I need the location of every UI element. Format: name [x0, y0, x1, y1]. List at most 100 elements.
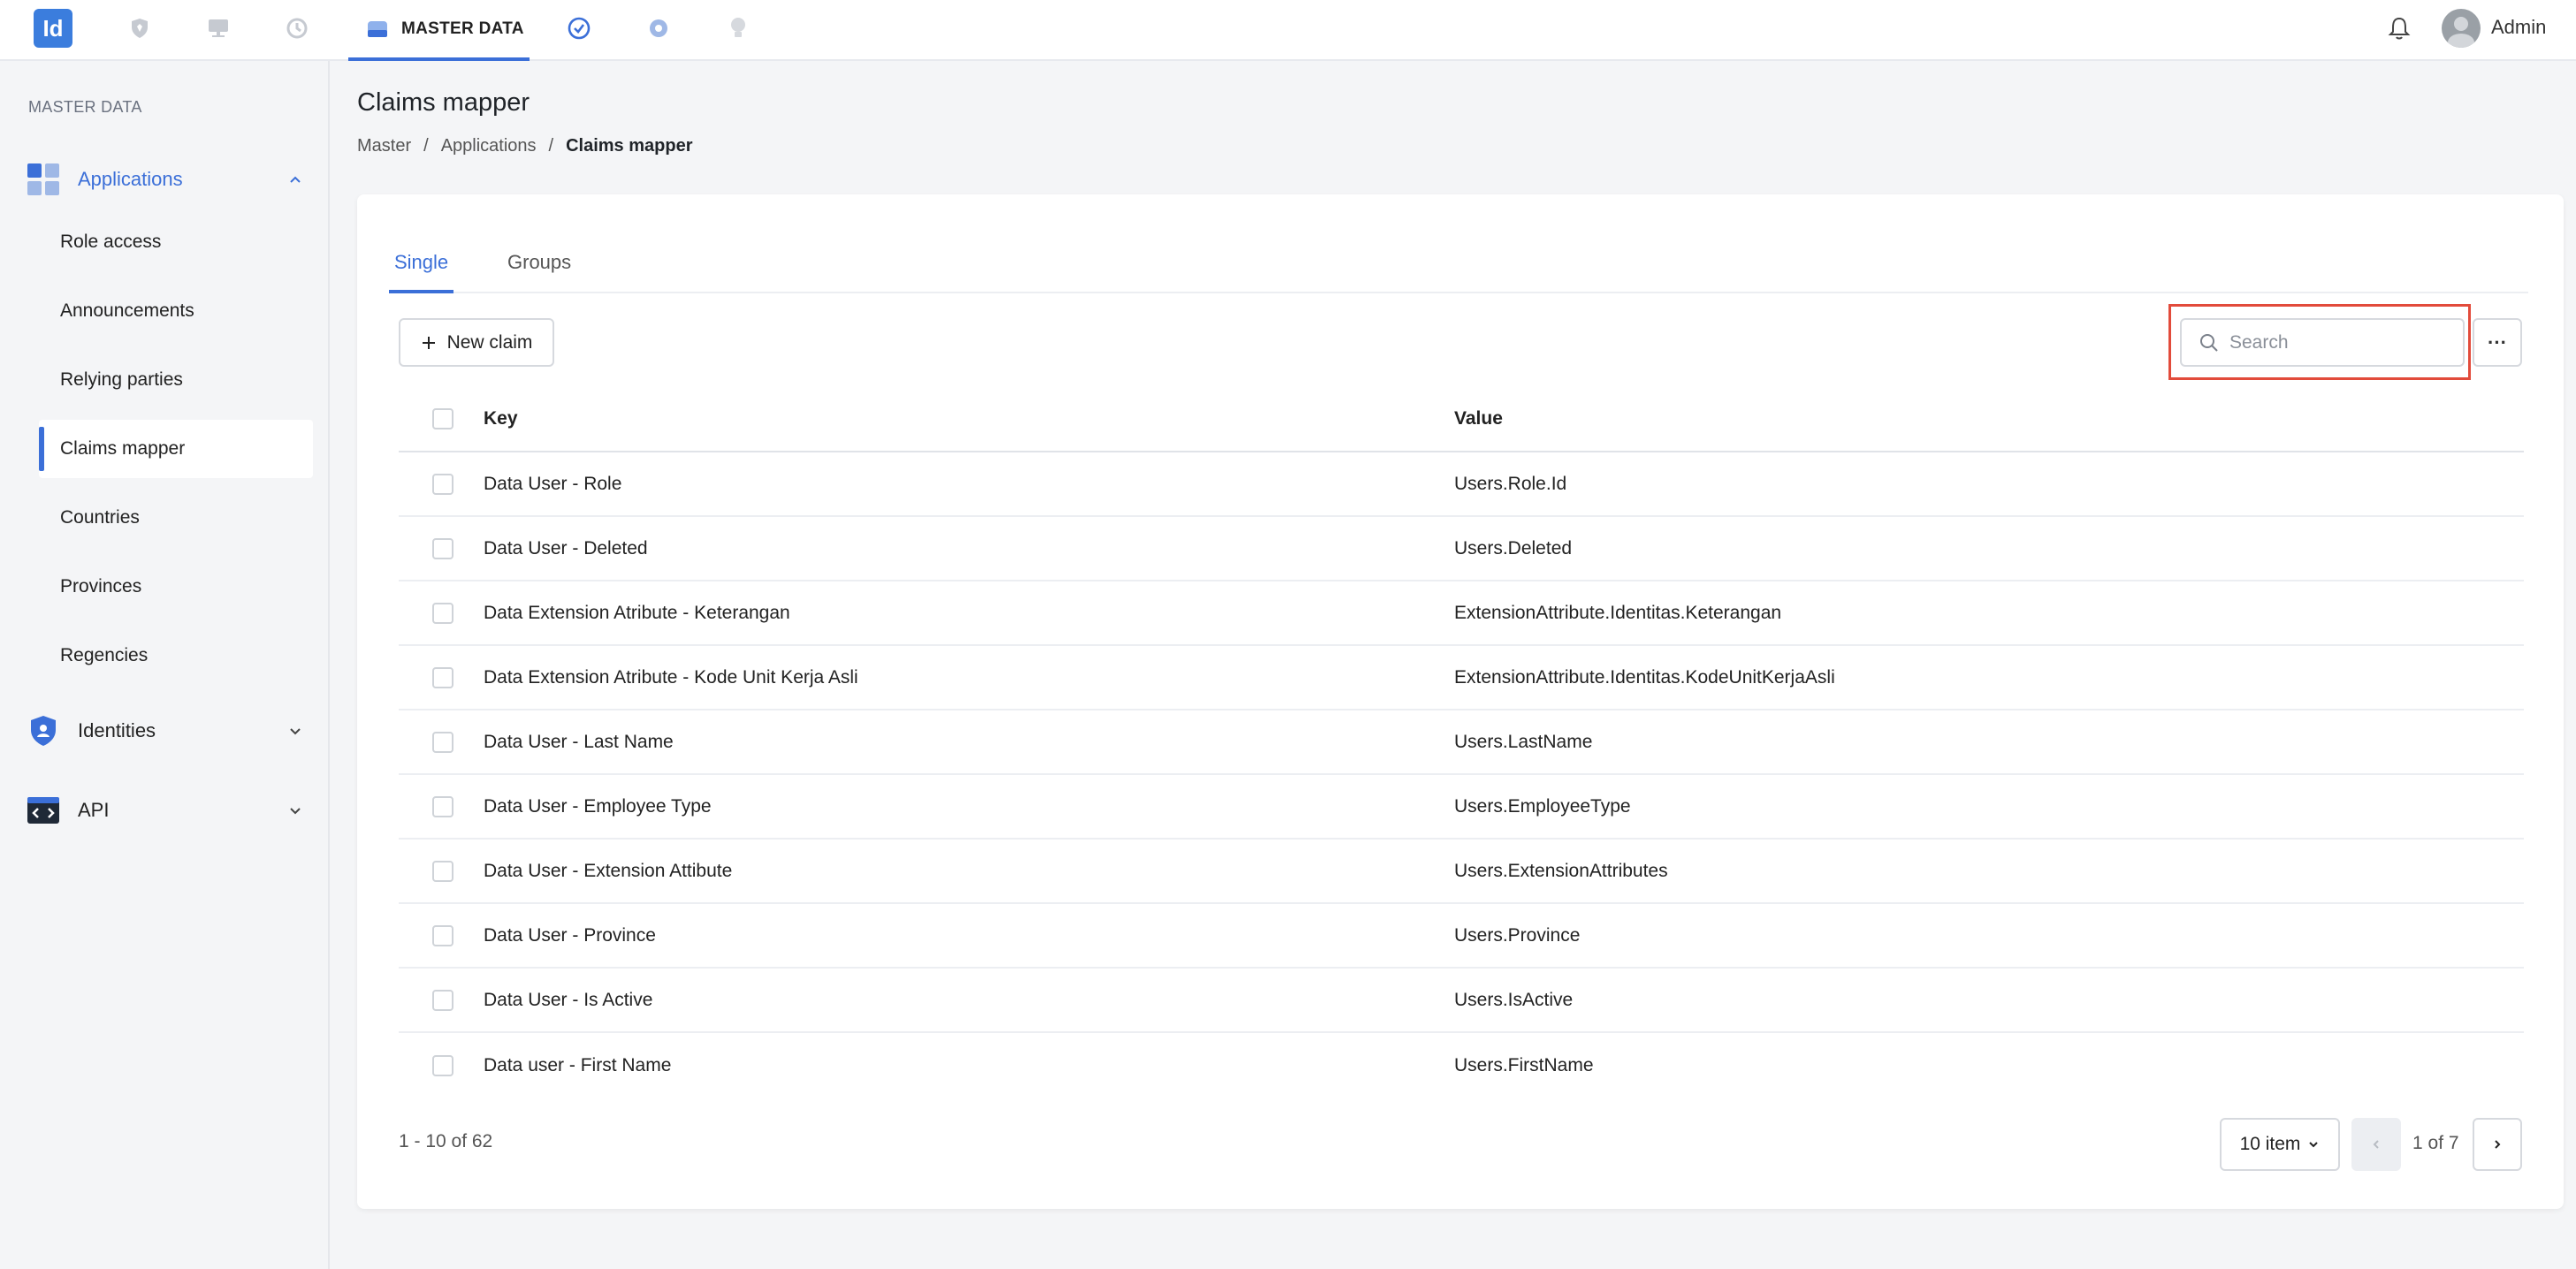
page-title: Claims mapper — [357, 88, 530, 117]
new-claim-button[interactable]: New claim — [399, 318, 554, 367]
select-all-checkbox[interactable] — [432, 408, 453, 429]
sidebar-group-label: Identities — [78, 719, 156, 741]
breadcrumb-separator: / — [548, 136, 554, 156]
table-header: Key Value — [399, 387, 2524, 452]
row-checkbox[interactable] — [432, 473, 453, 495]
avatar[interactable] — [2442, 9, 2481, 48]
row-value: Users.Province — [1454, 924, 1581, 946]
chevron-right-icon — [2495, 1140, 2501, 1149]
chevron-down-icon — [290, 808, 301, 815]
row-key: Data User - Deleted — [484, 537, 648, 559]
row-key: Data User - Employee Type — [484, 795, 712, 817]
search-icon — [2200, 333, 2218, 352]
sidebar-group-label: API — [78, 799, 110, 821]
identities-icon — [31, 716, 56, 746]
plus-icon — [422, 336, 435, 349]
more-options-button[interactable]: ··· — [2473, 318, 2522, 367]
sidebar-item-regencies[interactable]: Regencies — [39, 627, 313, 685]
table-row[interactable]: Data User - Deleted Users.Deleted — [399, 517, 2524, 581]
dashboard-icon[interactable] — [202, 12, 234, 44]
previous-page-button[interactable] — [2351, 1118, 2401, 1171]
row-value: Users.FirstName — [1454, 1054, 1594, 1075]
tab-single[interactable]: Single — [389, 240, 454, 293]
row-checkbox[interactable] — [432, 989, 453, 1011]
sidebar-item-claims-mapper[interactable]: Claims mapper — [39, 420, 313, 478]
table-row[interactable]: Data User - Extension Attibute Users.Exte… — [399, 840, 2524, 904]
lightbulb-icon[interactable] — [722, 12, 754, 44]
tab-groups[interactable]: Groups — [502, 240, 576, 293]
breadcrumb-current: Claims mapper — [566, 136, 693, 156]
row-checkbox[interactable] — [432, 731, 453, 753]
new-claim-label: New claim — [446, 331, 533, 353]
breadcrumb-separator: / — [423, 136, 429, 156]
sidebar-item-role-access[interactable]: Role access — [39, 213, 313, 271]
user-name[interactable]: Admin — [2491, 16, 2546, 39]
search-box[interactable] — [2180, 318, 2465, 367]
sidebar-group-label: Applications — [78, 168, 183, 190]
sidebar-item-announcements[interactable]: Announcements — [39, 282, 313, 340]
tab-groups-label: Groups — [507, 251, 572, 273]
row-value: ExtensionAttribute.Identitas.KodeUnitKer… — [1454, 666, 1835, 688]
chevron-down-icon — [290, 728, 301, 735]
row-key: Data Extension Atribute - Keterangan — [484, 602, 790, 623]
tab-master-data-label: MASTER DATA — [401, 19, 524, 38]
api-icon — [27, 797, 59, 824]
table-row[interactable]: Data Extension Atribute - Keterangan Exte… — [399, 581, 2524, 646]
sidebar-section-title: MASTER DATA — [28, 98, 142, 116]
row-value: ExtensionAttribute.Identitas.Keterangan — [1454, 602, 1782, 623]
pagination-range: 1 - 10 of 62 — [399, 1131, 493, 1151]
row-value: Users.EmployeeType — [1454, 795, 1631, 817]
sidebar-item-relying-parties[interactable]: Relying parties — [39, 351, 313, 409]
table-row[interactable]: Data user - First Name Users.FirstName — [399, 1033, 2524, 1098]
breadcrumb-master[interactable]: Master — [357, 136, 411, 156]
column-header-key[interactable]: Key — [484, 408, 518, 429]
table-row[interactable]: Data User - Is Active Users.IsActive — [399, 969, 2524, 1033]
table-row[interactable]: Data User - Last Name Users.LastName — [399, 710, 2524, 775]
table-row[interactable]: Data User - Employee Type Users.EmployeeT… — [399, 775, 2524, 840]
breadcrumb-applications[interactable]: Applications — [441, 136, 537, 156]
row-key: Data Extension Atribute - Kode Unit Kerj… — [484, 666, 858, 688]
chevron-up-icon — [290, 176, 301, 183]
row-checkbox[interactable] — [432, 602, 453, 624]
sidebar-group-identities[interactable]: Identities — [27, 709, 309, 753]
row-checkbox[interactable] — [432, 537, 453, 559]
row-key: Data User - Is Active — [484, 989, 653, 1010]
row-value: Users.Deleted — [1454, 537, 1573, 559]
check-circle-icon[interactable] — [563, 12, 595, 44]
tab-master-data[interactable]: MASTER DATA — [348, 0, 530, 61]
sidebar-group-applications[interactable]: Applications — [27, 157, 309, 201]
applications-icon — [27, 163, 59, 195]
row-key: Data User - Last Name — [484, 731, 674, 752]
sidebar-item-countries[interactable]: Countries — [39, 489, 313, 547]
bell-icon[interactable] — [2383, 12, 2415, 44]
sidebar-item-provinces[interactable]: Provinces — [39, 558, 313, 616]
sidebar: MASTER DATA Applications Role access Ann… — [0, 61, 330, 1269]
sidebar-group-api[interactable]: API — [27, 788, 309, 832]
gear-icon[interactable] — [643, 12, 674, 44]
table-row[interactable]: Data User - Province Users.Province — [399, 904, 2524, 969]
row-checkbox[interactable] — [432, 1054, 453, 1076]
shield-icon[interactable] — [124, 12, 156, 44]
next-page-button[interactable] — [2473, 1118, 2522, 1171]
row-checkbox[interactable] — [432, 860, 453, 882]
tab-bar: Single Groups — [389, 240, 2528, 293]
tab-single-label: Single — [394, 251, 449, 273]
search-input[interactable] — [2228, 331, 2440, 354]
table-row[interactable]: Data User - Role Users.Role.Id — [399, 452, 2524, 517]
row-checkbox[interactable] — [432, 795, 453, 817]
content-card: Single Groups New claim ··· Key Value Da… — [357, 194, 2564, 1209]
column-header-value[interactable]: Value — [1454, 408, 1503, 429]
app-logo[interactable]: Id — [34, 9, 72, 48]
breadcrumb: Master / Applications / Claims mapper — [357, 136, 692, 156]
top-bar: Id MASTER DATA Admin — [0, 0, 2576, 61]
row-checkbox[interactable] — [432, 924, 453, 946]
row-key: Data User - Province — [484, 924, 656, 946]
history-icon[interactable] — [281, 12, 313, 44]
chevron-down-icon — [2309, 1142, 2319, 1148]
page-indicator: 1 of 7 — [2412, 1133, 2459, 1153]
row-checkbox[interactable] — [432, 666, 453, 688]
table-row[interactable]: Data Extension Atribute - Kode Unit Kerj… — [399, 646, 2524, 710]
row-key: Data user - First Name — [484, 1054, 672, 1075]
chevron-left-icon — [2373, 1140, 2379, 1149]
page-size-select[interactable]: 10 item — [2220, 1118, 2340, 1171]
